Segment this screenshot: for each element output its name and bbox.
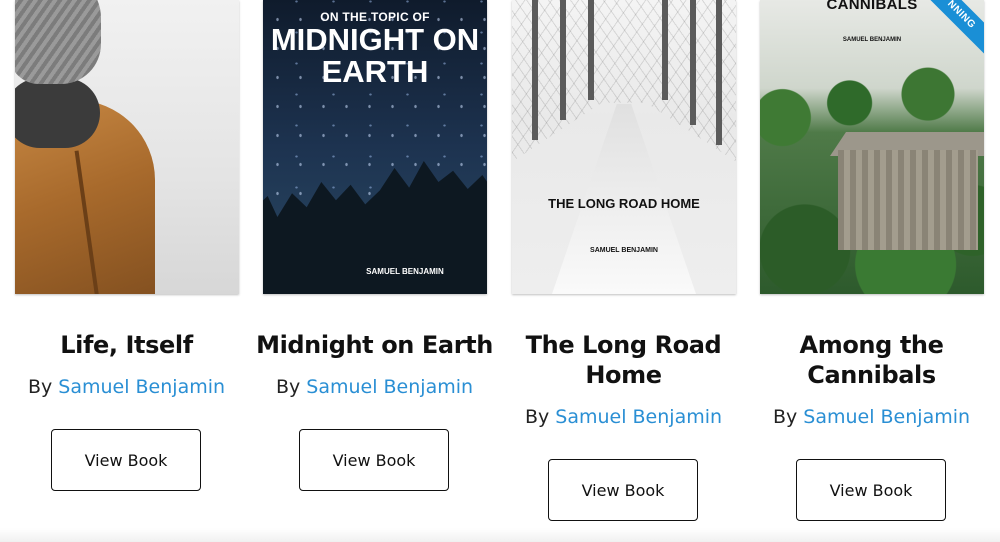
cover-art-tree: [560, 0, 566, 120]
author-link[interactable]: Samuel Benjamin: [803, 406, 970, 428]
book-cover[interactable]: ON THE TOPIC OF MIDNIGHT ON EARTH SAMUEL…: [263, 0, 487, 294]
cover-art-tree: [588, 0, 594, 100]
cover-author: SAMUEL BENJAMIN: [842, 37, 902, 43]
book-grid: Life, Itself By Samuel Benjamin View Boo…: [0, 0, 1000, 542]
cover-art-tree: [532, 0, 538, 140]
byline-prefix: By: [275, 376, 301, 398]
author-link[interactable]: Samuel Benjamin: [555, 406, 722, 428]
cover-title: MIDNIGHT ON EARTH: [270, 22, 480, 89]
author-link[interactable]: Samuel Benjamin: [306, 376, 473, 398]
cover-art-scarf: [15, 78, 100, 148]
book-title: Life, Itself: [60, 331, 193, 359]
view-book-button[interactable]: View Book: [299, 429, 449, 491]
cover-art-hat: [15, 0, 101, 84]
book-byline: By Samuel Benjamin: [499, 406, 748, 428]
byline-prefix: By: [772, 406, 798, 428]
view-book-button[interactable]: View Book: [548, 459, 698, 521]
cover-art-house: [838, 150, 978, 250]
byline-prefix: By: [27, 376, 53, 398]
book-byline: By Samuel Benjamin: [2, 376, 251, 398]
book-cover[interactable]: THE LONG ROAD HOME SAMUEL BENJAMIN: [512, 0, 736, 294]
book-cover[interactable]: CANNIBALS SAMUEL BENJAMIN NNING: [760, 0, 984, 294]
author-link[interactable]: Samuel Benjamin: [58, 376, 225, 398]
view-book-button[interactable]: View Book: [796, 459, 946, 521]
cover-author: SAMUEL BENJAMIN: [590, 247, 658, 254]
book-title: Among the Cannibals: [799, 331, 944, 389]
cover-author: SAMUEL BENJAMIN: [366, 267, 444, 276]
cover-art-tree: [662, 0, 668, 100]
book-cover[interactable]: [15, 0, 239, 294]
cover-title: THE LONG ROAD HOME: [548, 196, 700, 211]
book-title: Midnight on Earth: [256, 331, 493, 359]
bottom-shadow: [0, 528, 1000, 542]
book-byline: By Samuel Benjamin: [747, 406, 996, 428]
cover-art-tree: [716, 0, 722, 145]
view-book-button[interactable]: View Book: [51, 429, 201, 491]
byline-prefix: By: [524, 406, 550, 428]
book-byline: By Samuel Benjamin: [250, 376, 499, 398]
book-title: The Long Road Home: [525, 331, 722, 389]
cover-art-tree: [690, 0, 696, 125]
